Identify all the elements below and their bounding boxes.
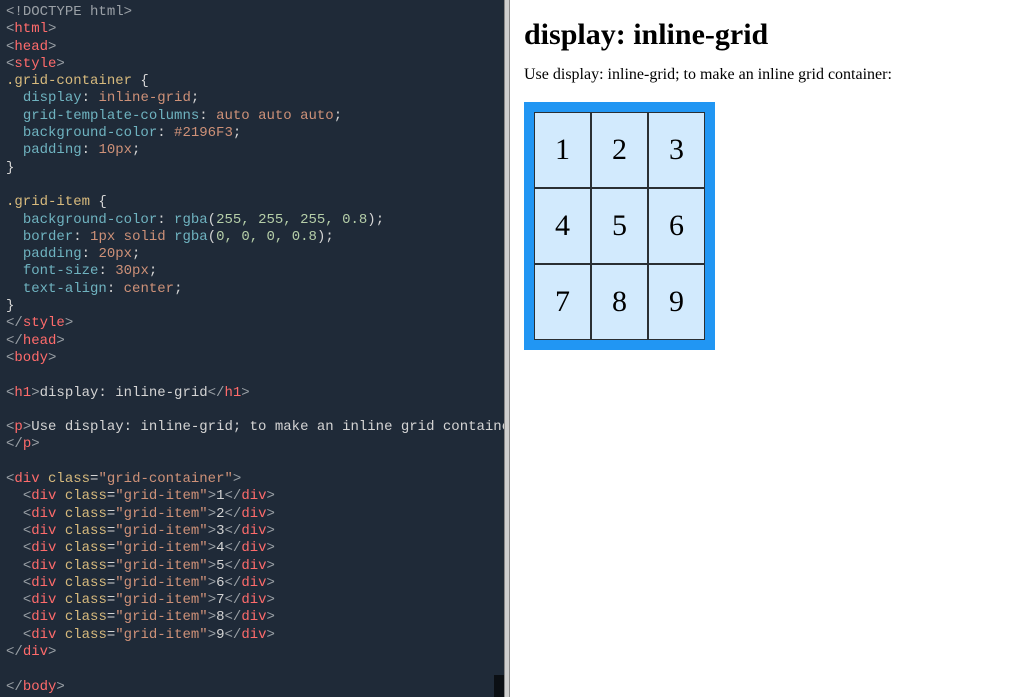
grid-item: 9 [648, 264, 705, 340]
grid-item: 3 [648, 112, 705, 188]
preview-pane: display: inline-grid Use display: inline… [510, 0, 1012, 697]
grid-container: 123456789 [524, 102, 715, 350]
code-editor-pane[interactable]: <!DOCTYPE html> <html> <head> <style> .g… [0, 0, 504, 697]
grid-item: 4 [534, 188, 591, 264]
grid-item: 1 [534, 112, 591, 188]
grid-item: 7 [534, 264, 591, 340]
preview-description: Use display: inline-grid; to make an inl… [524, 66, 998, 84]
grid-item: 6 [648, 188, 705, 264]
code-token: <! [6, 4, 23, 20]
code-token: > [124, 4, 132, 20]
grid-item: 5 [591, 188, 648, 264]
code-token: DOCTYPE html [23, 4, 124, 20]
preview-heading: display: inline-grid [524, 18, 998, 52]
grid-item: 8 [591, 264, 648, 340]
editor-scrollbar[interactable] [494, 675, 504, 697]
grid-item: 2 [591, 112, 648, 188]
